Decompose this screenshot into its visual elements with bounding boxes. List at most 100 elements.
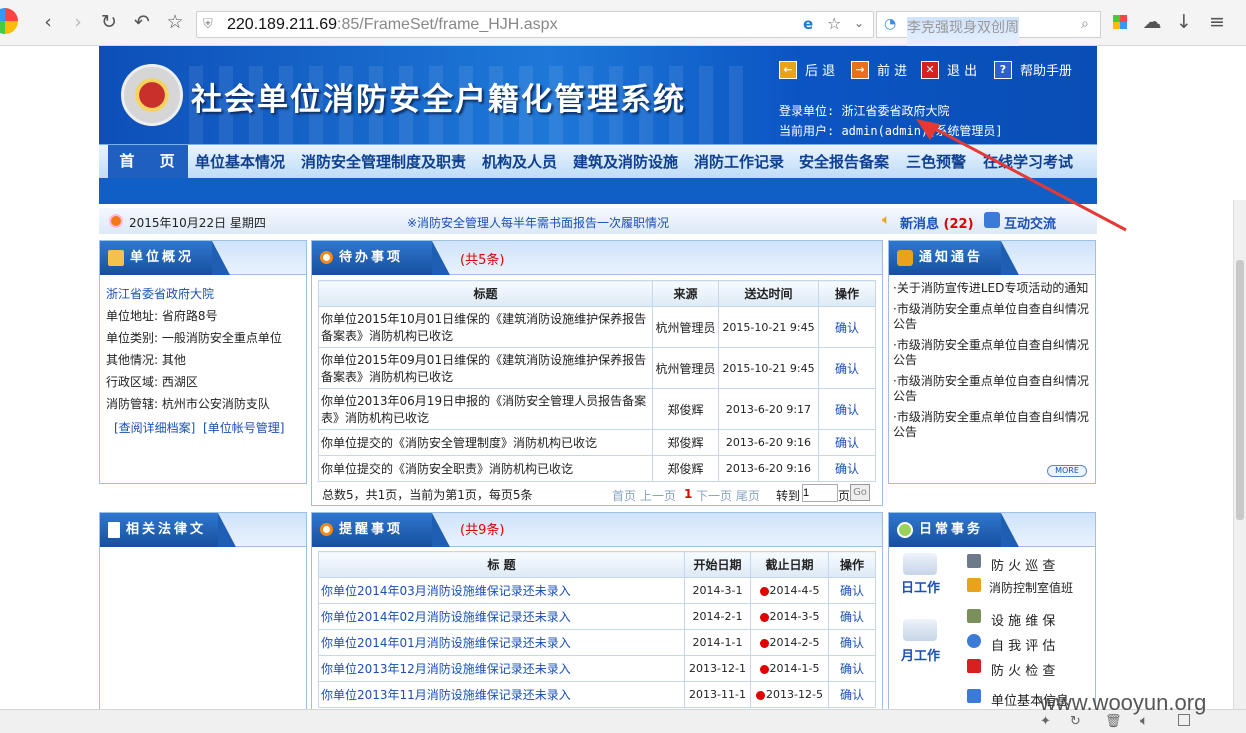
todo-time-cell: 2015-10-21 9:45 [718, 347, 819, 389]
reminders-table: 标 题开始日期 截止日期 操作 你单位2014年03月消防设施维保记录还未录入 201… [318, 551, 876, 708]
address-bar[interactable]: ⛨ 220.189.211.69:85/FrameSet/frame_HJH.a… [196, 11, 874, 38]
confirm-link[interactable]: 确认 [818, 388, 876, 430]
forward-arrow-icon: → [851, 60, 869, 79]
reminder-title-link[interactable]: 你单位2014年03月消防设施维保记录还未录入 [318, 577, 685, 604]
forward-button[interactable]: → 前 进 [851, 60, 907, 79]
inspection-link[interactable]: 防 火 检 查 [991, 660, 1055, 679]
menu-work-record[interactable]: 消防工作记录 [694, 151, 784, 172]
more-button[interactable]: MORE [1047, 465, 1087, 477]
cloud-icon[interactable]: ☁ [1140, 10, 1164, 34]
notice-item[interactable]: ·市级消防安全重点单位自查自纠情况公告 [893, 338, 1091, 368]
overview-row: 行政区域: 西湖区 [106, 375, 198, 389]
notice-item[interactable]: ·市级消防安全重点单位自查自纠情况公告 [893, 410, 1091, 440]
todo-title-cell: 你单位2015年10月01日维保的《建筑消防设施维护保养报告备案表》消防机构已收… [318, 306, 653, 348]
duty-link[interactable]: 消防控制室值班 [989, 579, 1073, 596]
notice-text[interactable]: ※消防安全管理人每半年需书面报告一次履职情况 [407, 214, 669, 231]
menu-building-facility[interactable]: 建筑及消防设施 [573, 151, 678, 172]
help-button[interactable]: ? 帮助手册 [994, 60, 1072, 79]
confirm-link[interactable]: 确认 [818, 455, 876, 482]
favorite-icon[interactable]: ☆ [827, 14, 841, 33]
confirm-link[interactable]: 确认 [818, 306, 876, 348]
account-link[interactable]: [单位帐号管理] [203, 421, 284, 435]
trash-icon[interactable]: 🗑︎ [1105, 714, 1122, 729]
back-button[interactable]: ← 后 退 [779, 60, 835, 79]
reminder-title-link[interactable]: 你单位2014年01月消防设施维保记录还未录入 [318, 629, 685, 656]
menu-unit-info[interactable]: 单位基本情况 [195, 151, 285, 172]
menu-icon[interactable]: ≡ [1205, 10, 1229, 34]
overview-row: 单位地址: 省府路8号 [106, 309, 218, 323]
exit-icon: ✕ [921, 60, 939, 79]
confirm-link[interactable]: 确认 [828, 629, 876, 656]
reminders-header: 提醒事项 (共9条) [312, 513, 882, 547]
assessment-link[interactable]: 自 我 评 估 [991, 635, 1055, 654]
archive-link[interactable]: [查阅详细档案] [114, 421, 195, 435]
refresh-status-icon[interactable]: ↻ [1070, 714, 1081, 729]
date-text: 2015年10月22日 星期四 [129, 216, 266, 230]
reload-icon[interactable]: ↻ [97, 10, 121, 34]
fire-emblem-logo [121, 64, 183, 126]
browser-toolbar: ‹ › ↻ ↶ ☆ ⛨ 220.189.211.69:85/FrameSet/f… [0, 0, 1246, 51]
apps-icon[interactable] [1113, 15, 1127, 29]
confirm-link[interactable]: 确认 [828, 655, 876, 682]
go-button[interactable]: Go [850, 484, 870, 501]
dropdown-icon[interactable]: ⌄ [854, 16, 864, 30]
patrol-icon [967, 554, 981, 568]
forward-icon[interactable]: › [66, 10, 90, 34]
reminder-end-cell: 2014-2-5 [750, 629, 829, 656]
day-work-link[interactable]: 日工作 [901, 577, 940, 596]
reminder-title-link[interactable]: 你单位2013年12月消防设施维保记录还未录入 [318, 655, 685, 682]
megaphone-icon [897, 249, 913, 266]
star-icon[interactable]: ☆ [163, 10, 187, 34]
maintenance-link[interactable]: 设 施 维 保 [991, 610, 1055, 629]
search-icon[interactable]: ⌕ [1081, 16, 1089, 32]
notice-item[interactable]: ·关于消防宣传进LED专项活动的通知 [893, 281, 1091, 296]
reminder-start-cell: 2014-2-1 [684, 603, 751, 630]
confirm-link[interactable]: 确认 [828, 681, 876, 708]
pager-next[interactable]: 下一页 尾页 [696, 487, 760, 504]
clock-icon [109, 214, 123, 228]
reminder-end-cell: 2014-1-5 [750, 655, 829, 682]
pin-icon[interactable]: ✦ [1040, 714, 1051, 729]
menu-org-personnel[interactable]: 机构及人员 [482, 151, 557, 172]
confirm-link[interactable]: 确认 [828, 603, 876, 630]
goto-page-input[interactable] [802, 484, 838, 502]
ie-icon[interactable]: e [803, 15, 813, 33]
pager-prev[interactable]: 首页 上一页 [612, 487, 676, 504]
unit-name-link[interactable]: 浙江省委省政府大院 [106, 283, 300, 305]
laws-header: 相关法律文书 [100, 513, 306, 570]
confirm-link[interactable]: 确认 [818, 429, 876, 456]
patrol-link[interactable]: 防 火 巡 查 [991, 555, 1055, 574]
notices-title: 通知通告 [919, 250, 984, 265]
table-row: 你单位2015年09月01日维保的《建筑消防设施维护保养报告备案表》消防机构已收… [318, 347, 876, 389]
month-work-link[interactable]: 月工作 [901, 645, 940, 664]
table-row: 你单位2013年12月消防设施维保记录还未录入 2013-12-1 2014-1-5… [318, 655, 876, 682]
notice-item[interactable]: ·市级消防安全重点单位自查自纠情况公告 [893, 302, 1091, 332]
menu-safety-report[interactable]: 安全报告备案 [799, 151, 889, 172]
help-label: 帮助手册 [1020, 64, 1073, 79]
todo-source-cell: 郑俊辉 [652, 388, 719, 430]
menu-system-duty[interactable]: 消防安全管理制度及职责 [301, 151, 466, 172]
reminder-end-cell: 2013-12-5 [750, 681, 829, 708]
todo-title-cell: 你单位提交的《消防安全职责》消防机构已收讫 [318, 455, 653, 482]
scrollbar[interactable] [1233, 200, 1246, 709]
todo-title-cell: 你单位2015年09月01日维保的《建筑消防设施维护保养报告备案表》消防机构已收… [318, 347, 653, 389]
pager: 总数5，共1页，当前为第1页，每页5条 首页 上一页 1 下一页 尾页 转到 页… [318, 482, 876, 504]
notice-item[interactable]: ·市级消防安全重点单位自查自纠情况公告 [893, 374, 1091, 404]
back-icon[interactable]: ‹ [36, 10, 60, 34]
menu-home[interactable]: 首 页 [108, 145, 188, 179]
document-icon [108, 521, 120, 538]
download-icon[interactable]: ↓ [1172, 10, 1196, 34]
reminder-title-link[interactable]: 你单位2014年02月消防设施维保记录还未录入 [318, 603, 685, 630]
table-row: 你单位2013年11月消防设施维保记录还未录入 2013-11-1 2013-12-… [318, 681, 876, 708]
todo-time-cell: 2013-6-20 9:16 [718, 429, 819, 456]
search-engine-icon: ◔ [884, 16, 897, 32]
undo-icon[interactable]: ↶ [130, 10, 154, 34]
confirm-link[interactable]: 确认 [818, 347, 876, 389]
overdue-dot-icon [759, 586, 769, 596]
reminder-title-link[interactable]: 你单位2013年11月消防设施维保记录还未录入 [318, 681, 685, 708]
assessment-icon [967, 634, 981, 648]
overview-header: 单位概况 [100, 241, 306, 275]
exit-button[interactable]: ✕ 退 出 [921, 60, 977, 79]
confirm-link[interactable]: 确认 [828, 577, 876, 604]
search-box[interactable]: ◔ 李克强现身双创周 ⌕ [876, 11, 1101, 51]
